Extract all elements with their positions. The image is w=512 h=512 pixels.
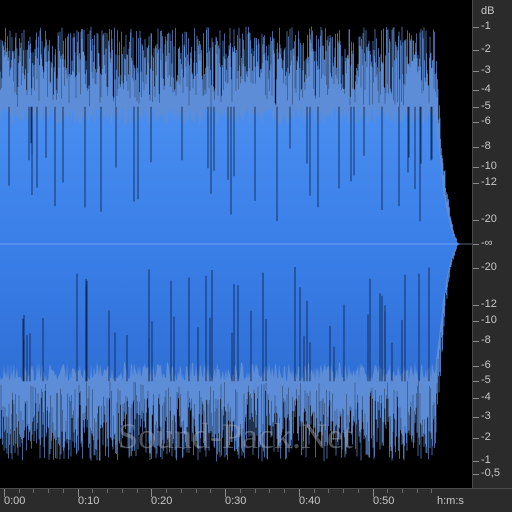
db-tick xyxy=(473,244,479,245)
waveform-display[interactable] xyxy=(0,0,472,488)
db-label: -2 xyxy=(481,43,491,55)
db-label: -0,5 xyxy=(481,467,500,479)
time-minor-tick xyxy=(107,489,108,493)
db-label: -3 xyxy=(481,410,491,422)
time-unit-label: h:m:s xyxy=(437,495,464,507)
db-tick xyxy=(473,417,479,418)
time-minor-tick xyxy=(196,489,197,493)
db-label: -12 xyxy=(481,176,497,188)
db-tick xyxy=(473,107,479,108)
db-tick xyxy=(473,27,479,28)
time-label: 0:00 xyxy=(4,495,26,507)
time-ruler[interactable]: h:m:s 0:00 0:10 0:20 0:30 0:40 0:50 xyxy=(0,488,512,512)
db-tick xyxy=(473,398,479,399)
time-minor-tick xyxy=(387,489,388,493)
time-minor-tick xyxy=(166,489,167,493)
db-label: -2 xyxy=(481,431,491,443)
db-label: -10 xyxy=(481,160,497,172)
time-minor-tick xyxy=(240,489,241,493)
time-minor-tick xyxy=(269,489,270,493)
db-label: -6 xyxy=(481,359,491,371)
time-label: 0:40 xyxy=(299,495,321,507)
time-minor-tick xyxy=(431,489,432,493)
db-tick xyxy=(473,474,479,475)
amplitude-scale-ruler: dB -1 -2 -3 -4 -5 -6 -8 -10 -12 -20 -∞ -20 -12 -10 -8 -… xyxy=(472,0,512,488)
db-tick xyxy=(473,71,479,72)
time-label: 0:10 xyxy=(78,495,100,507)
db-label: -4 xyxy=(481,83,491,95)
db-tick xyxy=(473,220,479,221)
db-tick xyxy=(473,90,479,91)
db-unit-label: dB xyxy=(481,5,495,17)
db-tick xyxy=(473,50,479,51)
time-minor-tick xyxy=(92,489,93,493)
time-minor-tick xyxy=(122,489,123,493)
time-minor-tick xyxy=(210,489,211,493)
db-label: -8 xyxy=(481,334,491,346)
time-label: 0:30 xyxy=(225,495,247,507)
db-label: -4 xyxy=(481,391,491,403)
time-minor-tick xyxy=(33,489,34,493)
time-minor-tick xyxy=(181,489,182,493)
time-minor-tick xyxy=(63,489,64,493)
db-label: -∞ xyxy=(481,237,493,249)
db-label: -3 xyxy=(481,64,491,76)
db-label: -5 xyxy=(481,374,491,386)
time-minor-tick xyxy=(314,489,315,493)
db-tick xyxy=(473,305,479,306)
db-tick xyxy=(473,183,479,184)
db-label: -1 xyxy=(481,20,491,32)
db-tick xyxy=(473,268,479,269)
db-label: -10 xyxy=(481,314,497,326)
db-label: -8 xyxy=(481,140,491,152)
db-label: -20 xyxy=(481,261,497,273)
db-tick xyxy=(473,321,479,322)
waveform-body-lower xyxy=(0,244,472,382)
time-minor-tick xyxy=(328,489,329,493)
time-minor-tick xyxy=(343,489,344,493)
db-tick xyxy=(473,167,479,168)
time-minor-tick xyxy=(255,489,256,493)
db-tick xyxy=(473,122,479,123)
db-tick xyxy=(473,366,479,367)
time-minor-tick xyxy=(402,489,403,493)
time-minor-tick xyxy=(284,489,285,493)
db-label: -5 xyxy=(481,100,491,112)
audio-editor-waveform-view: dB -1 -2 -3 -4 -5 -6 -8 -10 -12 -20 -∞ -20 -12 -10 -8 -… xyxy=(0,0,512,512)
db-label: -20 xyxy=(481,213,497,225)
time-label: 0:50 xyxy=(373,495,395,507)
db-label: -12 xyxy=(481,298,497,310)
time-label: 0:20 xyxy=(151,495,173,507)
db-tick xyxy=(473,461,479,462)
waveform-body-upper xyxy=(0,106,472,244)
time-minor-tick xyxy=(19,489,20,493)
time-minor-tick xyxy=(358,489,359,493)
time-minor-tick xyxy=(417,489,418,493)
db-tick xyxy=(473,438,479,439)
db-label: -1 xyxy=(481,454,491,466)
time-minor-tick xyxy=(137,489,138,493)
db-tick xyxy=(473,341,479,342)
time-minor-tick xyxy=(48,489,49,493)
db-tick xyxy=(473,381,479,382)
db-tick xyxy=(473,147,479,148)
db-label: -6 xyxy=(481,115,491,127)
